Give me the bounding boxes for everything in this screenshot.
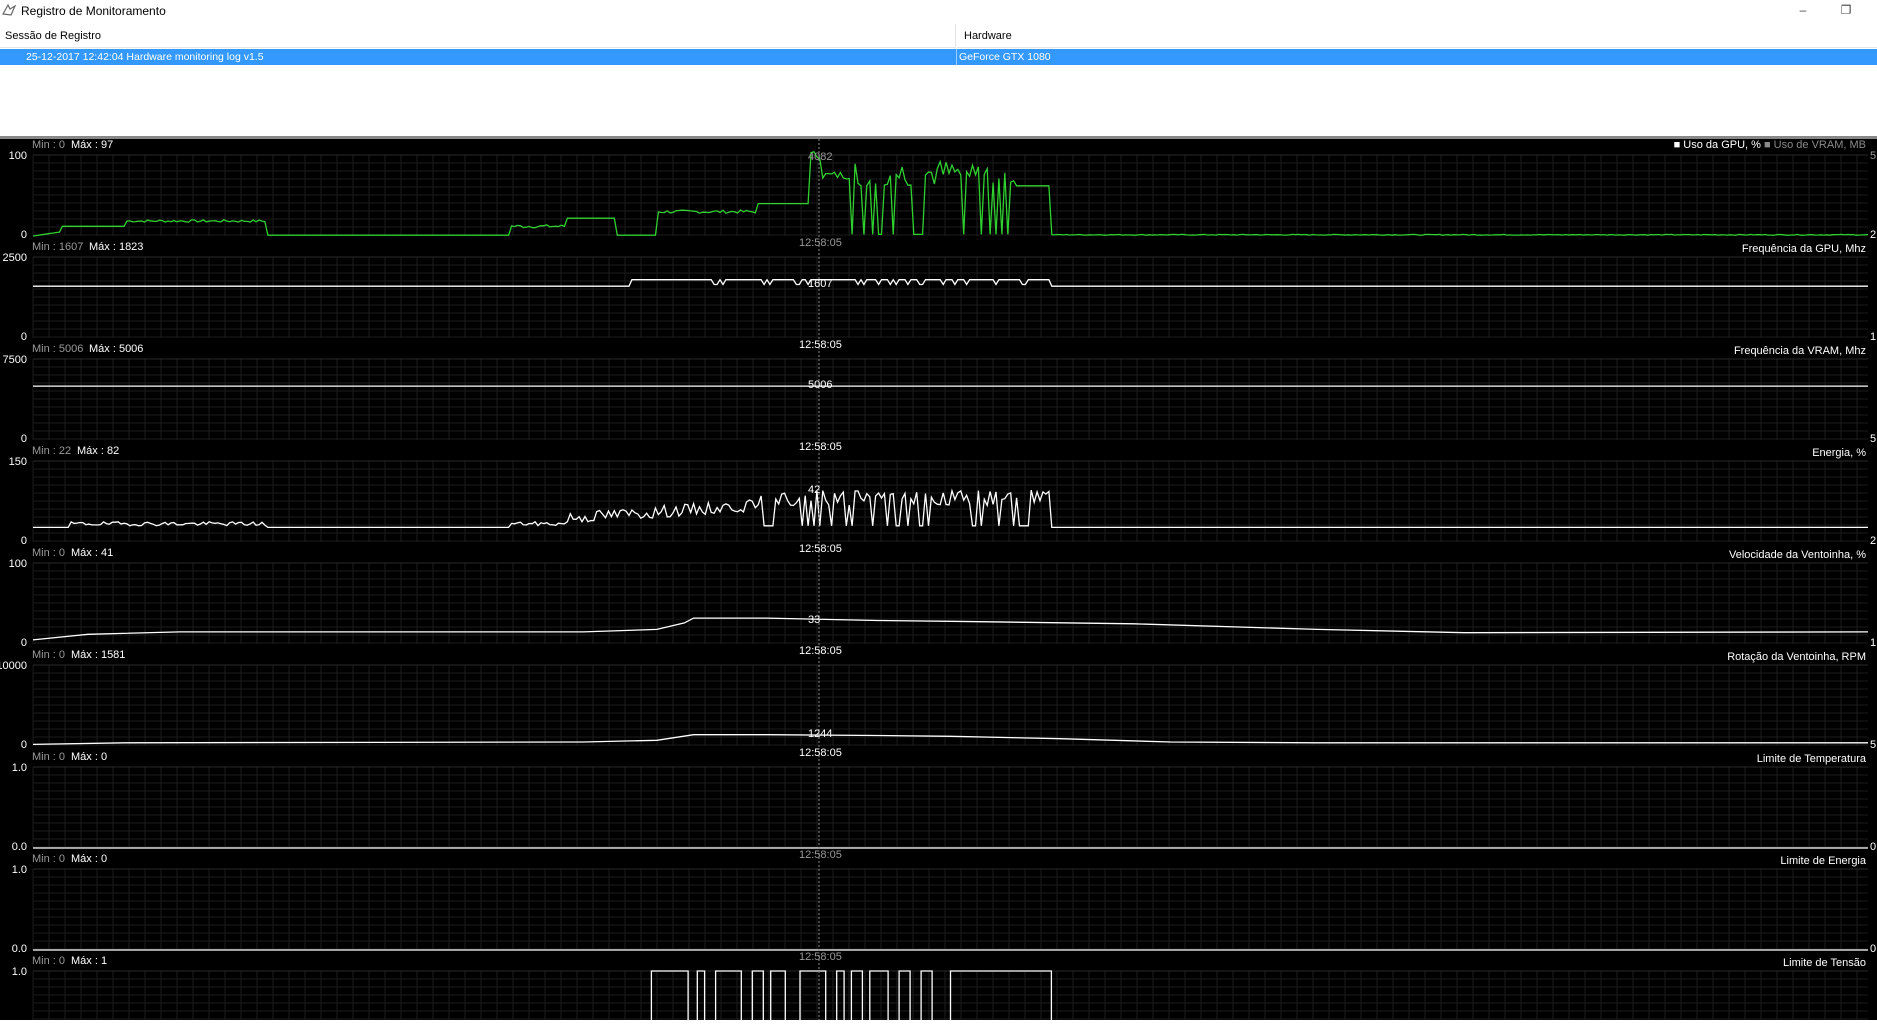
cursor-value: 33: [808, 614, 821, 626]
graph-min-label: Min : 5006: [32, 343, 84, 355]
graph-7[interactable]: [32, 751, 1868, 850]
minimize-button[interactable]: –: [1791, 0, 1815, 22]
graph-min-label: Min : 0: [32, 853, 66, 865]
y-axis-max: 1.0: [11, 762, 27, 774]
graphs-panel[interactable]: Min : 0 Máx : 97 ■ Uso da GPU, % ■ Uso de …: [0, 139, 1877, 1025]
restore-button[interactable]: ❐: [1834, 0, 1858, 22]
hardware-cell: GeForce GTX 1080: [959, 51, 1051, 63]
right-axis-bottom: 1: [1870, 331, 1877, 343]
right-axis-bottom: 5: [1870, 433, 1877, 445]
table-row[interactable]: 25-12-2017 12:42:04 Hardware monitoring …: [0, 49, 1877, 65]
cursor-time: 12:58:05: [799, 951, 842, 963]
cursor-time: 12:58:05: [799, 339, 842, 351]
graph-9[interactable]: [32, 955, 1868, 1025]
y-axis-min: 0: [20, 331, 27, 343]
graph-title: Limite de Temperatura: [1756, 753, 1866, 765]
cursor-value: 1607: [808, 278, 833, 290]
graph-6[interactable]: [32, 649, 1868, 748]
cursor-time: 12:58:05: [799, 441, 842, 453]
graph-max-label: Máx : 5006: [89, 343, 144, 355]
right-axis-top: 5: [1870, 150, 1877, 162]
graph-max-label: Máx : 1581: [71, 649, 126, 661]
column-divider: [956, 49, 957, 65]
column-header-session[interactable]: Sessão de Registro: [0, 24, 956, 48]
y-axis-max: 2500: [2, 252, 27, 264]
cursor-value: 4082: [808, 151, 833, 163]
cursor-time: 12:58:05: [799, 849, 842, 861]
right-axis-bottom: 2: [1870, 535, 1877, 547]
graph-5[interactable]: [32, 547, 1869, 646]
graph-min-label: Min : 0: [32, 751, 66, 763]
graph-title: Frequência da GPU, Mhz: [1741, 243, 1866, 255]
graph-title: Frequência da VRAM, Mhz: [1733, 345, 1866, 357]
session-table: Sessão de Registro Hardware 25-12-2017 1…: [0, 24, 1877, 136]
graph-max-label: Máx : 1823: [89, 241, 144, 253]
graph-max-label: Máx : 0: [71, 751, 108, 763]
right-axis-bottom: 0: [1870, 841, 1877, 853]
graph-title: Rotação da Ventoinha, RPM: [1727, 651, 1866, 663]
graph-max-label: Máx : 82: [77, 445, 120, 457]
right-axis-bottom: 2: [1870, 229, 1877, 241]
graph-title: Velocidade da Ventoinha, %: [1728, 549, 1866, 561]
graph-min-label: Min : 0: [32, 139, 66, 151]
cursor-time: 12:58:05: [799, 645, 842, 657]
graph-min-label: Min : 22: [32, 445, 72, 457]
y-axis-min: 0: [20, 229, 27, 241]
legend-gpu-usage: ■ Uso da GPU, %: [1673, 139, 1764, 151]
graph-title: Limite de Tensão: [1783, 957, 1866, 969]
y-axis-min: 0.0: [11, 841, 27, 853]
graph-max-label: Máx : 0: [71, 853, 108, 865]
graph-max-label: Máx : 41: [71, 547, 114, 559]
y-axis-max: 100: [8, 558, 27, 570]
column-header-hardware[interactable]: Hardware: [957, 24, 1877, 48]
graph-4[interactable]: [32, 445, 1868, 544]
y-axis-max: 1.0: [11, 864, 27, 876]
right-axis-bottom: 5: [1870, 739, 1877, 751]
y-axis-max: 10000: [0, 660, 27, 672]
cursor-time: 12:58:05: [799, 237, 842, 249]
window-title: Registro de Monitoramento: [21, 4, 166, 18]
cursor-value: 1244: [808, 728, 833, 740]
cursor-value: 42: [808, 484, 821, 496]
cursor-time: 12:58:05: [799, 543, 842, 555]
graph-min-label: Min : 0: [32, 547, 66, 559]
cursor-time: 12:58:05: [799, 747, 842, 759]
graph-title: Limite de Energia: [1780, 855, 1866, 867]
graph-3[interactable]: [32, 343, 1868, 442]
series-line: [32, 617, 1869, 641]
graph-title: Energia, %: [1812, 447, 1866, 459]
y-axis-max: 7500: [2, 354, 27, 366]
y-axis-min: 0: [20, 739, 27, 751]
right-axis-bottom: 1: [1870, 637, 1877, 649]
cursor-value: 5006: [808, 379, 833, 391]
app-icon: [2, 3, 17, 22]
graph-min-label: Min : 1607: [32, 241, 84, 253]
right-axis-bottom: 0: [1870, 943, 1877, 955]
graphs-canvas: [32, 139, 1869, 1025]
y-axis-min: 0: [20, 433, 27, 445]
series-line: [32, 151, 1869, 237]
y-axis-max: 1.0: [11, 966, 27, 978]
graph-min-label: Min : 0: [32, 955, 66, 967]
graph-min-label: Min : 0: [32, 649, 66, 661]
y-axis-min: 0: [20, 535, 27, 547]
graph-2[interactable]: [32, 241, 1868, 340]
graph-8[interactable]: [32, 853, 1868, 952]
series-line: [32, 734, 1868, 746]
legend-vram-usage: ■ Uso de VRAM, MB: [1763, 139, 1866, 151]
graph-max-label: Máx : 97: [71, 139, 114, 151]
graph-1[interactable]: [32, 139, 1869, 238]
title-bar: Registro de Monitoramento – ❐: [0, 0, 1877, 22]
y-axis-min: 0.0: [11, 943, 27, 955]
graph-legend: ■ Uso da GPU, % ■ Uso de VRAM, MB: [1674, 139, 1866, 151]
graph-max-label: Máx : 1: [71, 955, 108, 967]
session-cell: 25-12-2017 12:42:04 Hardware monitoring …: [26, 51, 264, 63]
y-axis-max: 100: [8, 150, 27, 162]
y-axis-max: 150: [8, 456, 27, 468]
y-axis-min: 0: [20, 637, 27, 649]
